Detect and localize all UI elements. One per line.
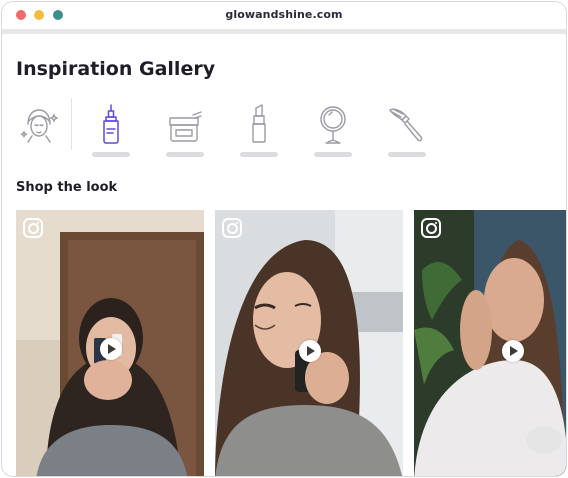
browser-window: glowandshine.com Inspiration Gallery Sho… <box>1 1 567 477</box>
category-cream[interactable] <box>156 98 214 160</box>
category-serum[interactable] <box>82 98 140 160</box>
category-lipstick-indicator <box>240 152 278 157</box>
play-icon[interactable] <box>100 338 122 360</box>
play-icon[interactable] <box>299 340 321 362</box>
address-bar-url[interactable]: glowandshine.com <box>2 8 566 21</box>
category-mirror-indicator <box>314 152 352 157</box>
instagram-icon[interactable] <box>421 218 441 238</box>
instagram-icon[interactable] <box>23 218 43 238</box>
category-mirror[interactable] <box>304 98 362 160</box>
instagram-icon[interactable] <box>222 218 242 238</box>
category-brush-indicator <box>388 152 426 157</box>
video-thumbnail-3 <box>414 210 566 476</box>
category-cream-indicator <box>166 152 204 157</box>
mirror-icon <box>320 106 346 144</box>
gallery-video-card-3[interactable] <box>414 210 566 476</box>
section-title: Shop the look <box>16 180 118 195</box>
cream-jar-icon <box>169 111 202 142</box>
category-lipstick[interactable] <box>230 98 288 160</box>
lipstick-icon <box>252 104 266 143</box>
page-title: Inspiration Gallery <box>16 58 216 80</box>
browser-titlebar: glowandshine.com <box>2 2 566 29</box>
face-care-icon <box>20 109 59 143</box>
category-serum-indicator <box>92 152 130 157</box>
makeup-brush-icon <box>389 108 423 142</box>
gallery-video-card-1[interactable] <box>16 210 204 476</box>
category-face-care[interactable] <box>10 98 68 160</box>
category-brush[interactable] <box>378 98 436 160</box>
titlebar-divider <box>2 29 566 34</box>
category-strip <box>2 98 566 160</box>
play-icon[interactable] <box>502 340 524 362</box>
serum-dropper-icon <box>103 104 119 144</box>
gallery-video-card-2[interactable] <box>215 210 403 476</box>
